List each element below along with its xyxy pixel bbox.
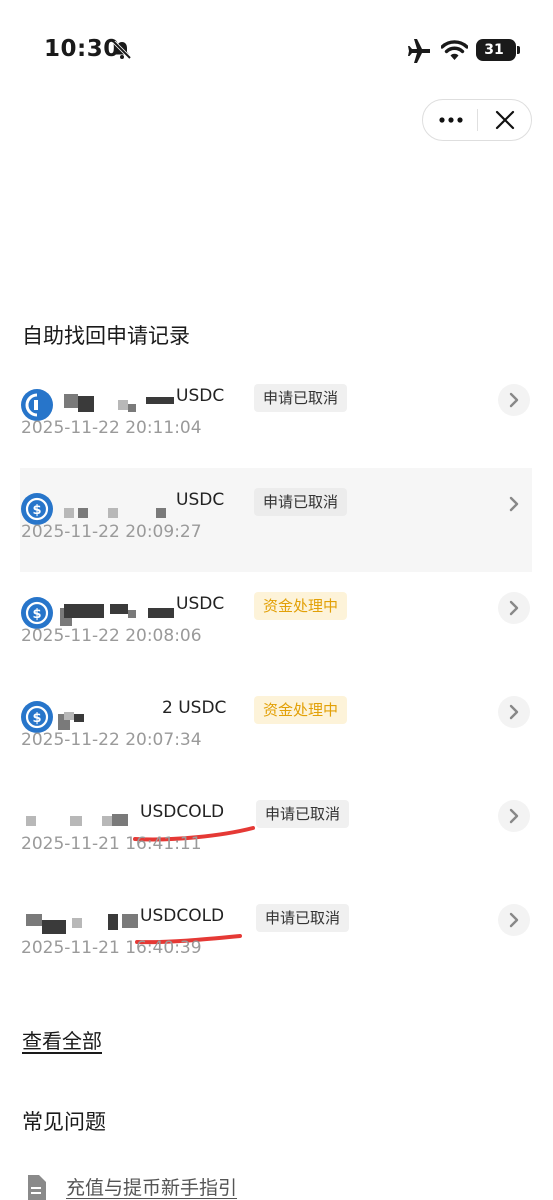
masked-amount xyxy=(74,714,84,722)
masked-amount xyxy=(102,816,112,826)
usdc-coin-icon: $ xyxy=(21,493,53,525)
status-badge: 申请已取消 xyxy=(254,384,348,412)
record-amount: USDC xyxy=(176,490,225,510)
record-item[interactable]: USDC 申请已取消 2025-11-22 20:11:04 xyxy=(20,364,532,468)
usdc-coin-icon: $ xyxy=(21,597,53,629)
masked-amount xyxy=(110,604,128,614)
faq-link-deposit-withdraw-guide[interactable]: 充值与提币新手指引 xyxy=(66,1173,237,1200)
battery-cap xyxy=(517,46,520,54)
view-all-link[interactable]: 查看全部 xyxy=(22,1025,102,1054)
battery-icon: 31 xyxy=(476,39,516,61)
masked-amount xyxy=(146,397,174,404)
record-item[interactable]: $ USDC 资金处理中 2025-11-22 20:08:06 xyxy=(20,572,532,676)
record-amount: USDCOLD xyxy=(140,906,225,926)
record-item[interactable]: USDCOLD 申请已取消 2025-11-21 16:40:39 xyxy=(20,884,532,988)
section-title: 自助找回申请记录 xyxy=(22,324,190,348)
record-item[interactable]: $ USDC 申请已取消 2025-11-22 20:09:27 xyxy=(20,468,532,572)
svg-text:$: $ xyxy=(32,607,41,622)
status-time: 10:30 xyxy=(44,36,120,62)
record-time: 2025-11-22 20:08:06 xyxy=(21,626,202,646)
chevron-right-icon xyxy=(498,384,530,416)
masked-amount xyxy=(64,394,78,408)
record-time: 2025-11-21 16:40:39 xyxy=(21,938,202,958)
masked-amount xyxy=(64,604,104,618)
chevron-right-icon xyxy=(498,696,530,728)
record-time: 2025-11-21 16:41:11 xyxy=(21,834,202,854)
record-amount: USDC xyxy=(176,386,225,406)
masked-amount xyxy=(64,712,74,720)
masked-amount xyxy=(156,508,166,518)
status-bar: 10:30 31 xyxy=(0,0,553,100)
svg-text:$: $ xyxy=(32,503,41,518)
masked-amount xyxy=(108,508,118,518)
battery-level: 31 xyxy=(484,42,504,58)
record-time: 2025-11-22 20:07:34 xyxy=(21,730,202,750)
masked-amount xyxy=(26,816,36,826)
masked-amount xyxy=(118,400,128,410)
masked-amount xyxy=(42,920,66,934)
faq-title: 常见问题 xyxy=(22,1110,106,1134)
close-icon[interactable] xyxy=(478,100,531,140)
document-icon xyxy=(28,1175,46,1200)
usdc-coin-icon: $ xyxy=(21,701,53,733)
masked-amount xyxy=(70,816,82,826)
chevron-right-icon xyxy=(498,592,530,624)
record-time: 2025-11-22 20:11:04 xyxy=(21,418,202,438)
record-amount: USDCOLD xyxy=(140,802,225,822)
masked-amount xyxy=(148,608,174,618)
masked-amount xyxy=(112,814,128,826)
airplane-mode-icon xyxy=(408,39,430,63)
chevron-right-icon xyxy=(498,904,530,936)
wifi-icon xyxy=(441,40,468,60)
chevron-right-icon xyxy=(498,800,530,832)
record-amount: USDC xyxy=(176,594,225,614)
masked-amount xyxy=(122,914,138,928)
masked-amount xyxy=(78,396,94,412)
chevron-right-icon xyxy=(509,496,519,512)
masked-amount xyxy=(64,508,74,518)
status-badge: 申请已取消 xyxy=(256,904,350,932)
masked-amount xyxy=(72,918,82,928)
masked-amount xyxy=(128,404,136,412)
masked-amount xyxy=(108,914,118,930)
record-item[interactable]: USDCOLD 申请已取消 2025-11-21 16:41:11 xyxy=(20,780,532,884)
status-badge: 申请已取消 xyxy=(256,800,350,828)
status-badge: 资金处理中 xyxy=(254,592,348,620)
more-icon[interactable] xyxy=(423,100,477,140)
record-time: 2025-11-22 20:09:27 xyxy=(21,522,202,542)
usdc-coin-icon xyxy=(21,389,53,421)
masked-amount xyxy=(128,610,136,618)
masked-amount xyxy=(26,914,42,926)
bell-muted-icon xyxy=(112,40,132,60)
capsule-menu xyxy=(422,99,532,141)
record-item[interactable]: $ 2 USDC 资金处理中 2025-11-22 20:07:34 xyxy=(20,676,532,780)
status-badge: 申请已取消 xyxy=(254,488,348,516)
masked-amount xyxy=(78,508,88,518)
svg-text:$: $ xyxy=(32,711,41,726)
status-badge: 资金处理中 xyxy=(254,696,348,724)
record-amount: 2 USDC xyxy=(162,698,227,718)
